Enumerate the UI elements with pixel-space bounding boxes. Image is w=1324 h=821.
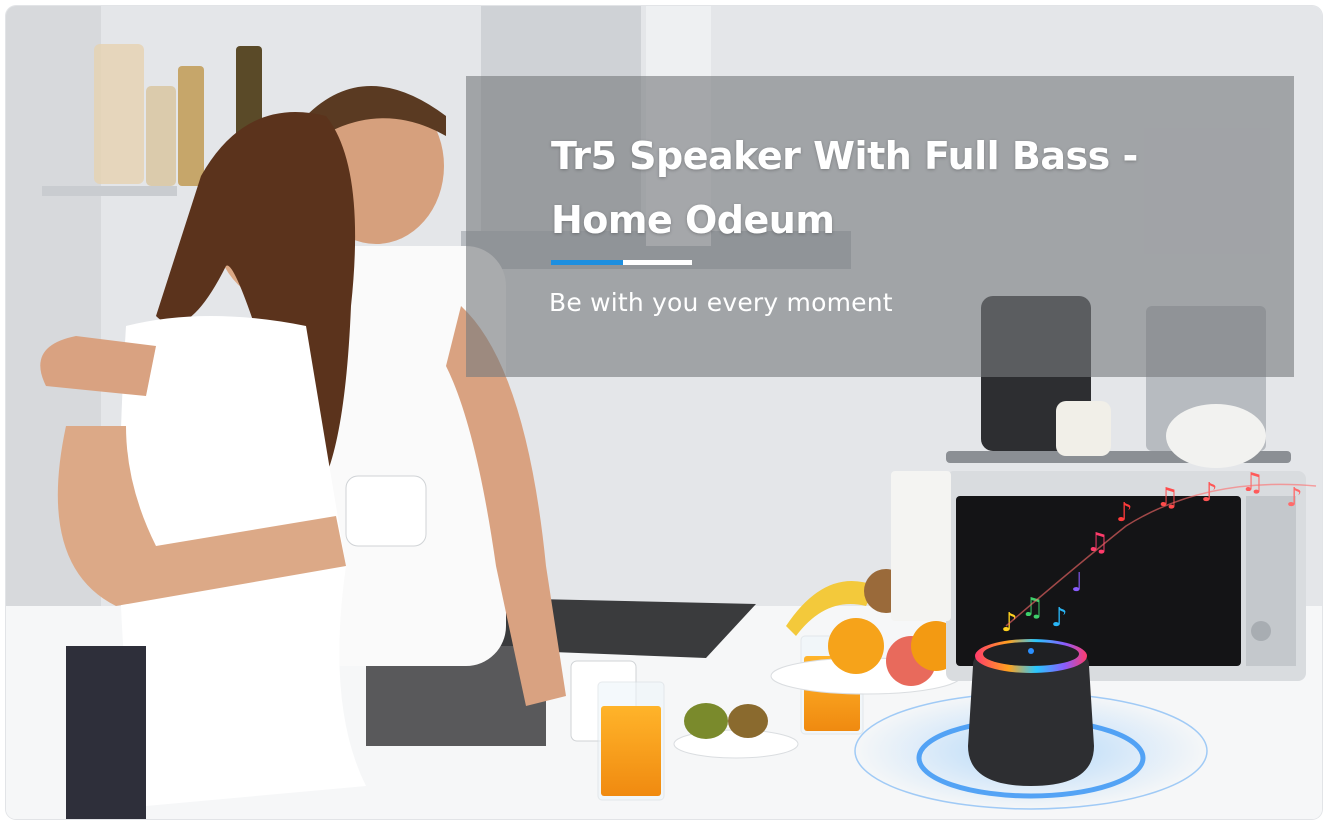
divider-light-segment [623, 260, 692, 265]
tagline: Be with you every moment [549, 288, 893, 317]
accent-divider [551, 260, 692, 265]
product-headline: Tr5 Speaker With Full Bass - Home Odeum [551, 124, 1251, 252]
svg-text:♪: ♪ [1051, 603, 1068, 633]
svg-text:♫: ♫ [1021, 593, 1044, 623]
divider-accent-segment [551, 260, 623, 265]
headline-line-2: Home Odeum [551, 198, 835, 242]
headline-line-1: Tr5 Speaker With Full Bass - [551, 134, 1138, 178]
svg-text:♫: ♫ [1241, 468, 1264, 498]
svg-text:♪: ♪ [1286, 483, 1303, 513]
svg-text:♩: ♩ [1071, 568, 1083, 598]
hero-banner: ♪ ♫ ♪ ♩ ♫ ♪ ♫ ♪ ♫ ♪ Tr5 Speaker With Ful… [6, 6, 1322, 819]
